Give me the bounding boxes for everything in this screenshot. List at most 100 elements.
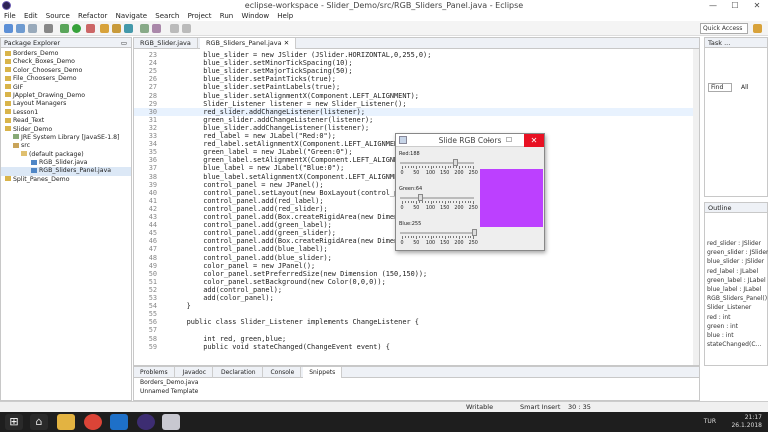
tab-rgb-sliders-panel[interactable]: RGB_Sliders_Panel.java ✕ (199, 38, 297, 49)
debug-icon[interactable] (60, 24, 69, 33)
line-number: 25 (148, 67, 157, 76)
minimize-view-icon[interactable]: ▭ (121, 38, 127, 48)
tab-console[interactable]: Console (264, 367, 302, 378)
code-line: red_label = new JLabel("Red:0"); (170, 132, 336, 140)
editor-scrollbar[interactable] (693, 49, 699, 365)
menu-refactor[interactable]: Refactor (78, 12, 107, 20)
start-button[interactable]: ⊞ (5, 414, 23, 430)
tab-declaration[interactable]: Declaration (215, 367, 263, 378)
line-number: 24 (148, 59, 157, 68)
code-line: blue_label.setAlignmentX(Component.LEFT_… (170, 172, 415, 181)
menu-source[interactable]: Source (46, 12, 70, 20)
menu-run[interactable]: Run (220, 12, 233, 20)
swing-minimize-button[interactable]: — (482, 134, 496, 147)
chrome-icon[interactable] (84, 414, 102, 430)
green-slider-thumb[interactable] (418, 194, 424, 201)
open-type-icon[interactable] (140, 24, 149, 33)
tab-rgb-slider[interactable]: RGB_Slider.java (134, 38, 198, 49)
menu-project[interactable]: Project (188, 12, 212, 20)
perspective-icon[interactable] (753, 24, 762, 33)
menu-search[interactable]: Search (155, 12, 179, 20)
outline-item[interactable]: red : int (707, 313, 767, 322)
run-icon[interactable] (72, 24, 81, 33)
tree-item-src[interactable]: src (1, 142, 131, 150)
tree-item-read-text[interactable]: Read_Text (1, 117, 131, 125)
menu-edit[interactable]: Edit (24, 12, 38, 20)
new-icon[interactable] (4, 24, 13, 33)
quick-access-input[interactable]: Quick Access (700, 23, 748, 34)
code-line: green_label.setAlignmentX(Component.LEFT… (170, 156, 419, 165)
file-explorer-icon[interactable] (57, 414, 75, 430)
tree-item-color-choosers-demo[interactable]: Color_Choosers_Demo (1, 67, 131, 75)
tab-snippets[interactable]: Snippets (303, 367, 343, 378)
outline-item[interactable]: green_slider : JSlider (707, 248, 768, 257)
new-java-project-icon[interactable] (100, 24, 109, 33)
red-slider-thumb[interactable] (453, 159, 459, 166)
outline-item[interactable]: blue : int (707, 331, 767, 340)
menu-help[interactable]: Help (277, 12, 293, 20)
save-icon[interactable] (16, 24, 25, 33)
maximize-button[interactable]: ☐ (724, 0, 746, 11)
code-line: control_panel = new JPanel(); (170, 180, 324, 189)
menu-navigate[interactable]: Navigate (116, 12, 147, 20)
outline-item[interactable]: red_slider : JSlider (707, 239, 767, 248)
tree-item-borders-demo[interactable]: Borders_Demo (1, 50, 131, 58)
task-filter-all[interactable]: All (741, 84, 748, 91)
tree-item-default-package[interactable]: (default package) (1, 151, 131, 159)
forward-icon[interactable] (182, 24, 191, 33)
red-slider[interactable] (400, 162, 474, 164)
snippet-item[interactable]: Unnamed Template (140, 387, 699, 396)
outline-item[interactable]: stateChanged(C... (707, 340, 767, 349)
green-slider[interactable] (400, 197, 474, 199)
tree-item-gif[interactable]: GIF (1, 84, 131, 92)
slider-tick-label: 200 (454, 241, 464, 246)
swing-close-button[interactable]: ✕ (524, 134, 544, 147)
outline-item[interactable]: blue_slider : JSlider (707, 257, 767, 266)
blue-slider[interactable] (400, 232, 474, 234)
print-icon[interactable] (44, 24, 53, 33)
slider-tick (461, 201, 463, 203)
blue-slider-thumb[interactable] (472, 229, 477, 236)
outline-item[interactable]: blue_label : JLabel (707, 285, 767, 294)
save-all-icon[interactable] (28, 24, 37, 33)
tab-problems[interactable]: Problems (134, 367, 175, 378)
code-line: blue_slider.setAlignmentX(Component.LEFT… (170, 91, 419, 100)
java-taskbar-icon[interactable] (162, 414, 180, 430)
outline-item[interactable]: green : int (707, 322, 767, 331)
tab-javadoc[interactable]: Javadoc (177, 367, 214, 378)
outline-item[interactable]: RGB_Sliders_Panel() (707, 294, 767, 303)
home-icon[interactable]: ⌂ (30, 414, 48, 430)
word-icon[interactable] (110, 414, 128, 430)
slider-tick (436, 236, 438, 238)
slider-tick-label: 50 (413, 171, 420, 176)
tree-item-lesson1[interactable]: Lesson1 (1, 109, 131, 117)
eclipse-taskbar-icon[interactable] (137, 414, 155, 430)
coverage-icon[interactable] (86, 24, 95, 33)
tree-item-file-choosers-demo[interactable]: File_Choosers_Demo (1, 75, 131, 83)
tree-item-layout-managers[interactable]: Layout Managers (1, 100, 131, 108)
close-button[interactable]: ✕ (746, 0, 768, 11)
new-package-icon[interactable] (112, 24, 121, 33)
outline-item[interactable]: Slider_Listener (707, 303, 767, 312)
new-class-icon[interactable] (124, 24, 133, 33)
swing-maximize-button[interactable]: ☐ (502, 134, 516, 147)
tree-item-split-panes-demo[interactable]: Split_Panes_Demo (1, 176, 131, 184)
outline-item[interactable]: green_label : JLabel (707, 276, 767, 285)
tree-item-rgb-sliders-panel[interactable]: RGB_Sliders_Panel.java (1, 167, 131, 176)
menu-window[interactable]: Window (241, 12, 269, 20)
task-find-input[interactable]: Find (708, 83, 732, 92)
minimize-button[interactable]: — (702, 0, 724, 11)
tree-item-check-boxes-demo[interactable]: Check_Boxes_Demo (1, 58, 131, 66)
search-icon[interactable] (152, 24, 161, 33)
tree-item-slider-demo[interactable]: Slider_Demo (1, 126, 131, 134)
library-icon (13, 134, 19, 140)
tree-item-jre-library[interactable]: JRE System Library [JavaSE-1.8] (1, 134, 131, 142)
back-icon[interactable] (170, 24, 179, 33)
tree-item-rgb-slider[interactable]: RGB_Slider.java (1, 159, 131, 167)
snippet-item[interactable]: Borders_Demo.java (140, 378, 699, 387)
outline-item[interactable]: red_label : JLabel (707, 267, 767, 276)
menu-file[interactable]: File (4, 12, 16, 20)
tree-item-japplet-drawing-demo[interactable]: JApplet_Drawing_Demo (1, 92, 131, 100)
project-icon (5, 109, 11, 115)
slider-tick (424, 236, 426, 238)
